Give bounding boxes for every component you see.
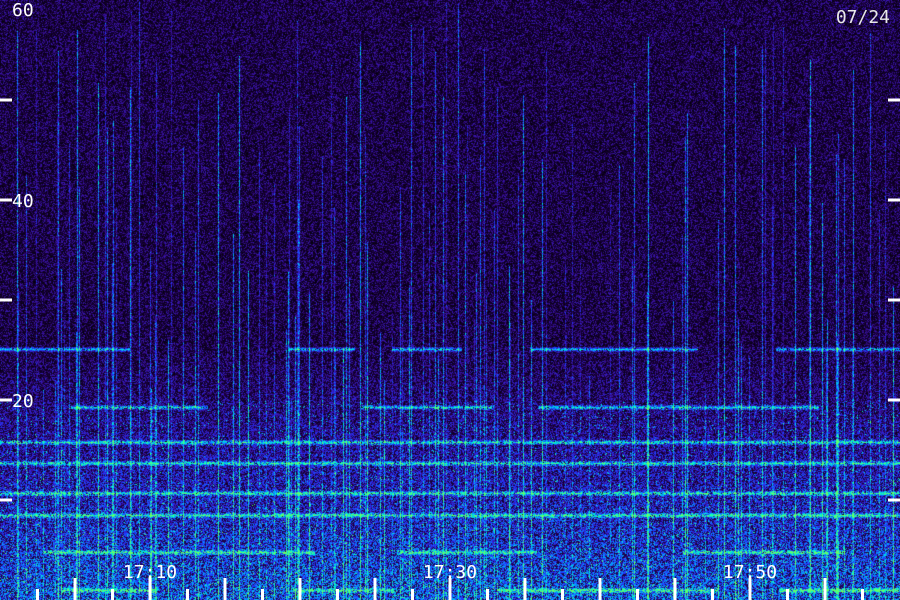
y-ticks-left — [0, 98, 12, 502]
y-tick-mark-left — [0, 298, 12, 302]
x-tick-label: 17:50 — [723, 562, 777, 583]
y-tick-mark-left — [0, 398, 12, 402]
y-tick-label: 40 — [12, 191, 34, 212]
y-tick-label: 20 — [12, 391, 34, 412]
y-tick-mark-left — [0, 198, 12, 202]
y-tick-mark-right — [888, 198, 900, 202]
x-tick-label: 17:10 — [123, 562, 177, 583]
x-tick-mark-minor — [336, 589, 339, 600]
x-tick-mark-major — [823, 578, 827, 600]
x-tick-mark-minor — [186, 589, 189, 600]
x-tick-mark-major — [598, 578, 602, 600]
x-tick-label: 17:30 — [423, 562, 477, 583]
y-tick-mark-right — [888, 398, 900, 402]
x-tick-mark-major — [373, 578, 377, 600]
x-tick-mark-minor — [711, 589, 714, 600]
x-tick-mark-major — [298, 578, 302, 600]
y-tick-labels: 60 40 20 — [12, 0, 34, 412]
date-label: 07/24 — [836, 7, 890, 28]
x-tick-mark-minor — [786, 589, 789, 600]
x-tick-mark-major — [73, 578, 77, 600]
x-tick-mark-minor — [411, 589, 414, 600]
y-tick-mark-left — [0, 498, 12, 502]
x-tick-mark-minor — [261, 589, 264, 600]
x-tick-mark-minor — [861, 589, 864, 600]
y-ticks-right — [888, 98, 900, 502]
y-tick-mark-right — [888, 298, 900, 302]
x-tick-mark-minor — [636, 589, 639, 600]
x-tick-mark-major — [673, 578, 677, 600]
x-tick-mark-minor — [486, 589, 489, 600]
y-tick-label: 60 — [12, 0, 34, 21]
x-tick-mark-minor — [36, 589, 39, 600]
x-tick-mark-major — [223, 578, 227, 600]
x-tick-mark-major — [523, 578, 527, 600]
axis-overlay: 60 40 20 17:10 17:30 17:50 07/24 — [0, 0, 900, 600]
y-tick-mark-left — [0, 98, 12, 102]
x-tick-mark-minor — [561, 589, 564, 600]
x-tick-mark-minor — [111, 589, 114, 600]
y-tick-mark-right — [888, 498, 900, 502]
x-tick-labels: 17:10 17:30 17:50 — [123, 562, 777, 583]
y-tick-mark-right — [888, 98, 900, 102]
